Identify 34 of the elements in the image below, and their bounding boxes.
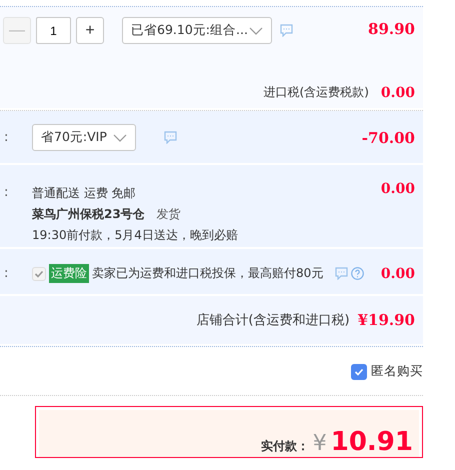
store-total-label: 店铺合计(含运费和进口税) xyxy=(196,312,350,329)
discount-amount: -70.00 xyxy=(362,128,415,146)
plus-button[interactable]: + xyxy=(76,17,104,44)
check-icon xyxy=(34,268,44,278)
colon-label: : xyxy=(3,185,10,200)
ship-label: 发货 xyxy=(156,206,181,223)
insurance-amount: 0.00 xyxy=(380,266,415,282)
vip-discount-dropdown[interactable]: 省70元:VIP xyxy=(32,124,136,151)
comment-icon[interactable] xyxy=(280,24,293,37)
insurance-text: 卖家已为运费和进口税投保，最高赔付80元 xyxy=(92,265,324,282)
colon-label: : xyxy=(3,130,10,145)
comment-icon[interactable] xyxy=(164,131,177,144)
quantity-field[interactable]: 1 xyxy=(36,17,71,44)
tax-amount: 0.00 xyxy=(380,84,415,100)
promotion-dropdown[interactable]: 已省69.10元:组合... xyxy=(122,17,272,44)
currency-symbol: ¥ xyxy=(312,433,327,455)
shipping-method: 普通配送 运费 免邮 xyxy=(32,185,137,202)
check-icon xyxy=(354,366,364,376)
payment-amount: 10.91 xyxy=(330,429,413,455)
caret-icon xyxy=(113,134,127,142)
item-price: 89.90 xyxy=(368,20,415,38)
delivery-promise: 19:30前付款，5月4日送达，晚到必赔 xyxy=(32,227,238,244)
insurance-badge: 运费险 xyxy=(49,264,89,283)
warehouse-name: 菜鸟广州保税23号仓 xyxy=(32,206,145,223)
comment-icon[interactable] xyxy=(335,267,348,280)
anonymous-checkbox[interactable] xyxy=(351,364,367,380)
payment-label: 实付款： xyxy=(260,438,309,455)
tax-label: 进口税(含运费税款) xyxy=(264,84,369,101)
anonymous-label[interactable]: 匿名购买 xyxy=(371,363,423,380)
shipping-amount: 0.00 xyxy=(380,181,415,197)
colon-label: : xyxy=(3,266,10,281)
store-total-amount: ¥19.90 xyxy=(358,311,415,329)
help-icon[interactable] xyxy=(351,267,364,280)
caret-icon xyxy=(249,26,263,34)
